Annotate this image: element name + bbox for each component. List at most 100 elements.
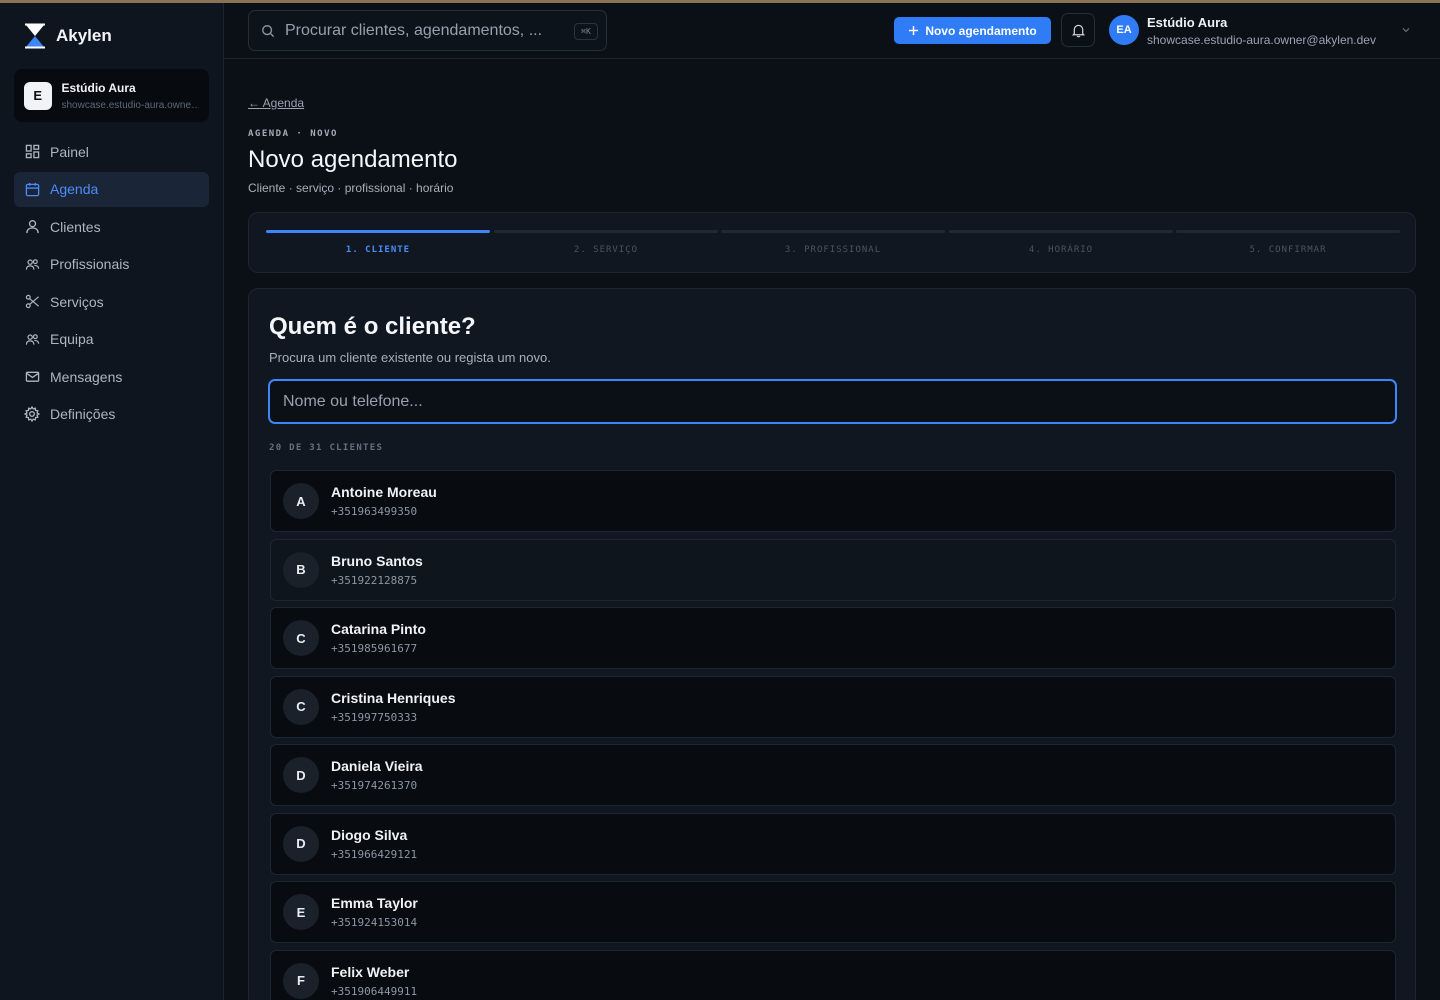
client-avatar: F bbox=[283, 962, 319, 999]
step-bar bbox=[266, 230, 490, 233]
client-name: Daniela Vieira bbox=[331, 758, 423, 774]
step-confirmar[interactable]: 5. CONFIRMAR bbox=[1176, 230, 1400, 255]
client-phone: +351974261370 bbox=[331, 779, 418, 792]
client-phone: +351922128875 bbox=[331, 573, 418, 587]
client-avatar: A bbox=[283, 483, 319, 519]
client-name: Felix Weber bbox=[331, 963, 410, 980]
step-label: 4. HORÁRIO bbox=[1028, 245, 1094, 255]
sidebar-item-label: Painel bbox=[50, 143, 89, 160]
sidebar: Akylen E Estúdio Aura showcase.estudio-a… bbox=[0, 3, 224, 1000]
client-search-placeholder: Nome ou telefone... bbox=[283, 392, 423, 410]
user-avatar[interactable]: EA bbox=[1109, 15, 1139, 45]
card-title: Quem é o cliente? bbox=[269, 313, 476, 340]
org-name: Estúdio Aura bbox=[61, 80, 136, 95]
sidebar-item-label: Profissionais bbox=[50, 256, 130, 272]
search-icon bbox=[262, 24, 275, 37]
client-row[interactable]: D Diogo Silva +351966429121 bbox=[270, 812, 1396, 875]
sidebar-item-clientes[interactable]: Clientes bbox=[14, 209, 209, 244]
step-bar bbox=[721, 230, 945, 233]
client-avatar: D bbox=[283, 757, 319, 793]
client-row[interactable]: E Emma Taylor +351924153014 bbox=[270, 881, 1396, 943]
bell-icon bbox=[1071, 24, 1085, 37]
search-input[interactable]: Procurar clientes, agendamentos, ... ⌘K bbox=[248, 10, 607, 51]
client-row[interactable]: C Cristina Henriques +351997750333 bbox=[270, 675, 1396, 738]
org-avatar: E bbox=[24, 81, 52, 110]
client-search-input[interactable]: Nome ou telefone... bbox=[268, 379, 1397, 424]
step-cliente[interactable]: 1. CLIENTE bbox=[266, 230, 490, 255]
client-row[interactable]: D Daniela Vieira +351974261370 bbox=[270, 744, 1396, 806]
client-name: Antoine Moreau bbox=[331, 484, 437, 500]
sidebar-item-definicoes[interactable]: Definições bbox=[14, 397, 209, 432]
notifications-button[interactable] bbox=[1061, 13, 1095, 47]
client-phone: +351963499350 bbox=[331, 505, 418, 518]
client-name: Bruno Santos bbox=[331, 552, 423, 569]
brand-name: Akylen bbox=[56, 26, 112, 45]
search-placeholder: Procurar clientes, agendamentos, ... bbox=[285, 21, 543, 39]
step-progress: 1. CLIENTE 2. SERVIÇO 3. PROFISSIONAL 4.… bbox=[248, 212, 1416, 273]
client-avatar: C bbox=[283, 620, 319, 656]
team-icon bbox=[24, 331, 40, 347]
step-label: 1. CLIENTE bbox=[345, 245, 411, 255]
card-subtitle: Procura um cliente existente ou regista … bbox=[269, 350, 551, 365]
client-row[interactable]: A Antoine Moreau +351963499350 bbox=[270, 470, 1396, 532]
client-phone: +351997750333 bbox=[331, 710, 418, 724]
page-subtitle: Cliente · serviço · profissional · horár… bbox=[248, 181, 454, 195]
sidebar-item-label: Serviços bbox=[50, 293, 104, 310]
sidebar-item-painel[interactable]: Painel bbox=[14, 134, 209, 169]
client-name: Cristina Henriques bbox=[331, 689, 456, 706]
client-row[interactable]: F Felix Weber +351906449911 bbox=[270, 949, 1396, 1000]
user-name: Estúdio Aura bbox=[1147, 15, 1228, 30]
sidebar-item-servicos[interactable]: Serviços bbox=[14, 284, 209, 319]
step-bar bbox=[1176, 230, 1400, 233]
user-icon bbox=[24, 219, 40, 235]
client-avatar: C bbox=[283, 688, 319, 725]
step-label: 5. CONFIRMAR bbox=[1249, 245, 1327, 255]
client-row[interactable]: B Bruno Santos +351922128875 bbox=[270, 538, 1396, 601]
step-bar bbox=[494, 230, 718, 233]
scissors-icon bbox=[24, 294, 40, 310]
step-profissional[interactable]: 3. PROFISSIONAL bbox=[721, 230, 945, 255]
user-menu[interactable]: Estúdio Aura showcase.estudio-aura.owner… bbox=[1147, 15, 1376, 47]
mail-icon bbox=[24, 369, 40, 385]
client-phone: +351924153014 bbox=[331, 916, 418, 929]
step-horario[interactable]: 4. HORÁRIO bbox=[949, 230, 1173, 255]
client-phone: +351906449911 bbox=[331, 984, 418, 998]
client-count: 20 DE 31 CLIENTES bbox=[269, 443, 384, 453]
org-email: showcase.estudio-aura.owner@akylen.dev bbox=[61, 99, 200, 111]
step-label: 3. PROFISSIONAL bbox=[784, 245, 882, 255]
brand[interactable]: Akylen bbox=[24, 23, 112, 49]
sidebar-item-agenda[interactable]: Agenda bbox=[14, 171, 209, 207]
dashboard-icon bbox=[24, 144, 40, 160]
new-appointment-button[interactable]: Novo agendamento bbox=[894, 17, 1051, 44]
client-list: A Antoine Moreau +351963499350 B Bruno S… bbox=[270, 470, 1396, 1000]
step-servico[interactable]: 2. SERVIÇO bbox=[494, 230, 718, 255]
sidebar-nav: Painel Agenda Clientes Profissionais Ser… bbox=[14, 134, 209, 434]
org-switcher[interactable]: E Estúdio Aura showcase.estudio-aura.own… bbox=[14, 69, 209, 122]
plus-icon bbox=[909, 25, 919, 36]
step-bar bbox=[949, 230, 1173, 233]
back-link[interactable]: ← Agenda bbox=[248, 96, 304, 110]
top-header: Procurar clientes, agendamentos, ... ⌘K … bbox=[224, 3, 1440, 59]
client-row[interactable]: C Catarina Pinto +351985961677 bbox=[270, 607, 1396, 669]
gear-icon bbox=[24, 406, 40, 422]
chevron-down-icon[interactable] bbox=[1401, 25, 1411, 35]
sidebar-item-equipa[interactable]: Equipa bbox=[14, 322, 209, 357]
page-title: Novo agendamento bbox=[248, 146, 458, 173]
calendar-icon bbox=[24, 181, 40, 197]
step-label: 2. SERVIÇO bbox=[573, 245, 639, 255]
sidebar-item-profissionais[interactable]: Profissionais bbox=[14, 247, 209, 282]
sidebar-item-label: Definições bbox=[50, 406, 116, 422]
sidebar-item-label: Agenda bbox=[50, 181, 99, 197]
client-name: Emma Taylor bbox=[331, 895, 418, 911]
client-name: Catarina Pinto bbox=[331, 621, 426, 637]
sidebar-item-label: Equipa bbox=[50, 331, 94, 347]
client-phone: +351985961677 bbox=[331, 642, 418, 655]
client-avatar: D bbox=[283, 825, 319, 862]
sidebar-item-label: Clientes bbox=[50, 218, 101, 235]
client-avatar: E bbox=[283, 894, 319, 930]
breadcrumb: AGENDA · NOVO bbox=[248, 129, 338, 139]
sidebar-item-mensagens[interactable]: Mensagens bbox=[14, 359, 209, 394]
client-avatar: B bbox=[283, 551, 319, 588]
search-shortcut: ⌘K bbox=[574, 23, 598, 40]
new-appointment-label: Novo agendamento bbox=[925, 23, 1037, 38]
